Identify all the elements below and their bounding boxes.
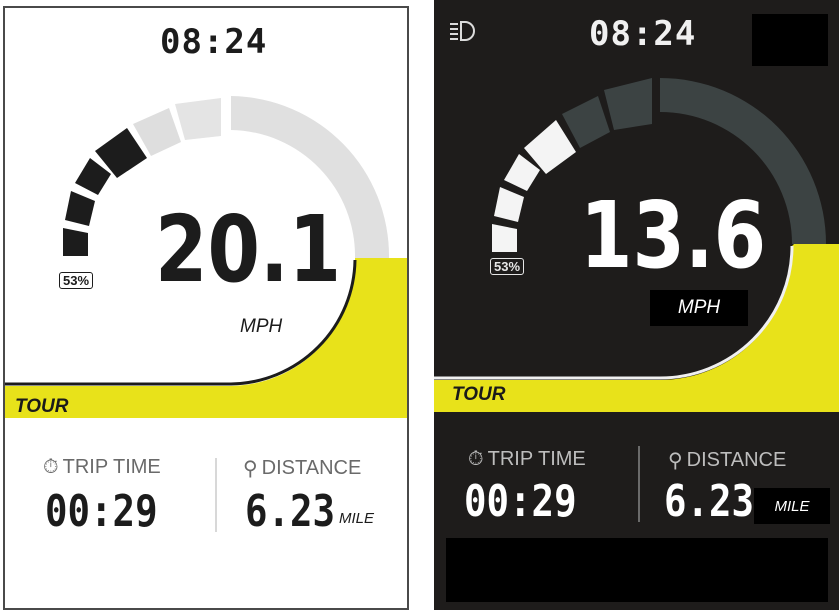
distance-label-text: DISTANCE [686, 449, 787, 471]
ride-mode: TOUR [452, 384, 506, 405]
trip-time-label-text: TRIP TIME [62, 456, 161, 478]
speed-unit-box: MPH [650, 290, 748, 326]
distance-label: ⚲ DISTANCE [243, 456, 361, 481]
distance-unit-box: MILE [754, 488, 830, 524]
distance-value: 6.23 [245, 486, 336, 537]
speed-value: 20.1 [155, 196, 342, 303]
speed-value: 13.6 [580, 182, 767, 289]
distance-label: ⚲ DISTANCE [668, 448, 786, 473]
trip-time-value: 00:29 [45, 486, 158, 537]
trip-time-label-text: TRIP TIME [487, 448, 586, 470]
distance-value: 6.23 [664, 476, 755, 527]
trip-time-label: ⏱ TRIP TIME [43, 456, 161, 479]
stopwatch-icon: ⏱ [43, 456, 59, 478]
ride-mode: TOUR [15, 396, 69, 417]
distance-label-text: DISTANCE [261, 457, 362, 479]
distance-unit: MILE [774, 497, 810, 515]
battery-percent: 53% [59, 272, 94, 289]
redacted-footer [446, 538, 828, 602]
speed-unit: MPH [240, 316, 283, 337]
trip-time-label: ⏱ TRIP TIME [468, 448, 586, 471]
stat-divider [638, 446, 640, 522]
speed-unit: MPH [677, 297, 721, 318]
light-theme-display: 08:24 53% 20.1 MPH TOUR ⏱ TRIP TIME 00:2… [3, 6, 409, 610]
trip-time-value: 00:29 [464, 476, 577, 527]
battery-percent: 53% [490, 258, 525, 275]
stat-divider [215, 458, 217, 532]
route-icon: ⚲ [668, 450, 683, 472]
distance-unit: MILE [339, 510, 375, 527]
stopwatch-icon: ⏱ [468, 448, 484, 470]
dark-theme-display: 08:24 53% 13.6 MPH TOUR ⏱ TRIP TIME 00:2… [434, 0, 839, 610]
route-icon: ⚲ [243, 458, 258, 480]
